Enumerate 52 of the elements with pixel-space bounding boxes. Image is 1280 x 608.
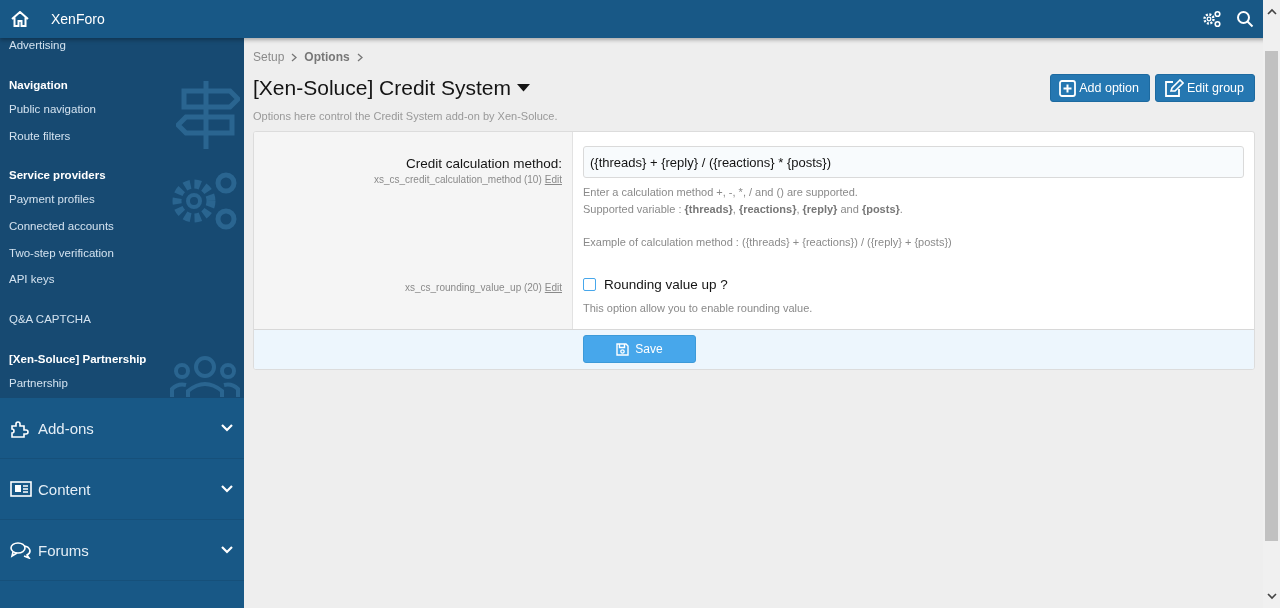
option-label: Credit calculation method:	[404, 156, 562, 171]
settings-icon[interactable]	[1202, 10, 1222, 28]
section-label: Add-ons	[38, 419, 95, 437]
sidebar-section[interactable]: Content	[0, 459, 244, 520]
sidebar-heading: Service providers	[9, 168, 107, 184]
option-id: xs_cs_rounding_value_up (20)	[405, 282, 542, 293]
floppy-disk-icon	[616, 342, 630, 356]
sidebar-section[interactable]: Forums	[0, 520, 244, 581]
signpost-icon	[176, 79, 240, 151]
sidebar-section[interactable]: Add-ons	[0, 398, 244, 459]
option-id: xs_cs_credit_calculation_method (10)	[373, 174, 542, 185]
sidebar-item[interactable]: Partnership	[9, 371, 235, 398]
chevron-icon	[221, 485, 233, 493]
scroll-down-icon[interactable]	[1266, 593, 1277, 600]
sidebar-item[interactable]: Two-step verification	[9, 240, 235, 268]
page-title[interactable]: [Xen-Soluce] Credit System	[253, 76, 530, 100]
hint-text: Example of calculation method : ({threads} + {reactions}) / ({reply} + {posts})	[583, 235, 953, 250]
site-title[interactable]: XenForo	[51, 11, 105, 27]
pencil-box-icon	[1164, 79, 1184, 97]
text-field[interactable]: ({threads} + {reply} / ({reactions} * {posts})	[583, 146, 1244, 178]
breadcrumb-link[interactable]: Options	[304, 50, 350, 64]
people-icon	[170, 353, 240, 398]
section-label: Content	[38, 480, 92, 498]
sidebar-heading: [Xen-Soluce] Partnership	[9, 352, 148, 368]
sidebar-item[interactable]: Connected accounts	[9, 214, 235, 241]
search-icon[interactable]	[1236, 10, 1254, 28]
sidebar-item[interactable]: Q&A CAPTCHA	[9, 307, 235, 335]
chat-bubbles-icon	[10, 541, 34, 559]
hint-text: This option allow you to enable rounding value.	[583, 301, 814, 316]
sidebar-item[interactable]: API keys	[9, 267, 235, 295]
sidebar-heading: Navigation	[9, 78, 69, 93]
page-description: Options here control the Credit System add-on by Xen-Soluce.	[253, 110, 559, 122]
chevron-icon	[291, 52, 298, 62]
chevron-icon	[356, 52, 363, 62]
sidebar-item[interactable]: Payment profiles	[9, 187, 235, 215]
hint-text: Supported variable : {threads}, {reactions}, {reply} and {posts}.	[583, 202, 904, 217]
newspaper-icon	[10, 481, 34, 497]
scroll-up-icon[interactable]	[1266, 8, 1277, 15]
section-label: Forums	[38, 541, 90, 559]
sidebar-item[interactable]: Route filters	[9, 123, 235, 151]
hint-text: Enter a calculation method +, -, *, / and () are supported.	[583, 185, 859, 200]
checkbox-label[interactable]: Rounding value up ?	[604, 277, 728, 292]
sidebar-item[interactable]: Advertising	[9, 38, 235, 60]
plus-box-icon	[1059, 79, 1077, 97]
checkbox[interactable]	[583, 278, 596, 291]
chevron-icon	[221, 424, 233, 432]
caret-icon[interactable]	[516, 84, 530, 92]
chevron-icon	[221, 546, 233, 554]
home-icon[interactable]	[11, 11, 29, 27]
edit-group-button[interactable]: Edit group	[1155, 74, 1255, 102]
add-option-button[interactable]: Add option	[1050, 74, 1150, 102]
sidebar-item[interactable]: Public navigation	[9, 97, 235, 124]
